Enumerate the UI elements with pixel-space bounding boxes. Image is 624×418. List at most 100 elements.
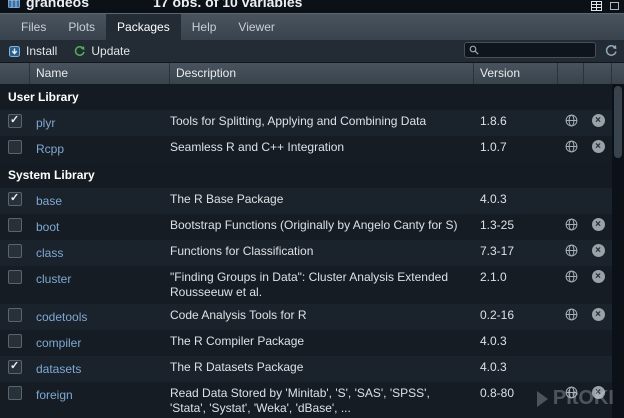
- package-row[interactable]: foreign Read Data Stored by 'Minitab', '…: [0, 382, 612, 418]
- package-version: 4.0.3: [474, 192, 558, 207]
- name-cell: boot: [30, 218, 170, 236]
- package-table-header: Name Description Version: [0, 63, 624, 85]
- header-name[interactable]: Name: [30, 63, 170, 84]
- package-name-link[interactable]: base: [36, 194, 62, 208]
- package-row[interactable]: plyr Tools for Splitting, Applying and C…: [0, 110, 612, 136]
- remove-package-icon[interactable]: ×: [592, 386, 605, 399]
- tab-packages[interactable]: Packages: [106, 14, 181, 40]
- package-loaded-checkbox[interactable]: [8, 270, 22, 284]
- browse-cell: [558, 114, 584, 127]
- packages-pane: grandeos 17 obs. of 10 variables Files P…: [0, 0, 624, 418]
- vertical-scrollbar[interactable]: [612, 84, 624, 418]
- remove-cell: ×: [584, 192, 612, 205]
- search-input[interactable]: [483, 44, 591, 56]
- browse-cell: [558, 244, 584, 257]
- remove-cell: ×: [584, 140, 612, 153]
- package-row[interactable]: Rcpp Seamless R and C++ Integration 1.0.…: [0, 136, 612, 162]
- checkbox-cell: [0, 270, 30, 284]
- tab-help[interactable]: Help: [181, 14, 228, 40]
- tab-plots[interactable]: Plots: [57, 14, 106, 40]
- package-row[interactable]: boot Bootstrap Functions (Originally by …: [0, 214, 612, 240]
- package-row[interactable]: datasets The R Datasets Package 4.0.3 ×: [0, 356, 612, 382]
- globe-icon[interactable]: [565, 244, 578, 257]
- globe-icon[interactable]: [565, 270, 578, 283]
- remove-cell: ×: [584, 114, 612, 127]
- package-name-link[interactable]: plyr: [36, 116, 55, 130]
- checkbox-cell: [0, 114, 30, 128]
- remove-cell: ×: [584, 308, 612, 321]
- remove-cell: ×: [584, 360, 612, 373]
- package-description: Tools for Splitting, Applying and Combin…: [170, 114, 474, 129]
- globe-icon[interactable]: [565, 114, 578, 127]
- package-row[interactable]: compiler The R Compiler Package 4.0.3 ×: [0, 330, 612, 356]
- environment-object-row[interactable]: grandeos 17 obs. of 10 variables: [0, 0, 624, 10]
- scrollbar-thumb[interactable]: [614, 86, 622, 158]
- install-icon: [8, 45, 21, 58]
- package-name-link[interactable]: datasets: [36, 362, 81, 376]
- library-section-header: User Library: [0, 84, 612, 110]
- tab-files[interactable]: Files: [10, 14, 57, 40]
- package-version: 1.3-25: [474, 218, 558, 233]
- name-cell: class: [30, 244, 170, 262]
- package-loaded-checkbox[interactable]: [8, 218, 22, 232]
- package-description: Seamless R and C++ Integration: [170, 140, 474, 155]
- package-name-link[interactable]: Rcpp: [36, 142, 64, 156]
- package-loaded-checkbox[interactable]: [8, 244, 22, 258]
- checkbox-cell: [0, 308, 30, 322]
- package-description: The R Compiler Package: [170, 334, 474, 349]
- package-loaded-checkbox[interactable]: [8, 308, 22, 322]
- package-name-link[interactable]: class: [36, 246, 63, 260]
- package-name-link[interactable]: codetools: [36, 310, 87, 324]
- remove-package-icon[interactable]: ×: [592, 114, 605, 127]
- update-icon: [73, 45, 86, 58]
- refresh-button[interactable]: [602, 42, 620, 60]
- tab-viewer[interactable]: Viewer: [227, 14, 285, 40]
- checkbox-cell: [0, 386, 30, 400]
- package-description: Read Data Stored by 'Minitab', 'S', 'SAS…: [170, 386, 474, 416]
- package-name-link[interactable]: boot: [36, 220, 59, 234]
- update-button[interactable]: Update: [65, 40, 138, 62]
- package-loaded-checkbox[interactable]: [8, 360, 22, 374]
- remove-cell: ×: [584, 244, 612, 257]
- package-version: 4.0.3: [474, 334, 558, 349]
- globe-icon[interactable]: [565, 386, 578, 399]
- library-section-header: System Library: [0, 162, 612, 188]
- package-version: 0.2-16: [474, 308, 558, 323]
- remove-package-icon[interactable]: ×: [592, 140, 605, 153]
- remove-package-icon[interactable]: ×: [592, 244, 605, 257]
- package-version: 2.1.0: [474, 270, 558, 285]
- package-row[interactable]: base The R Base Package 4.0.3 ×: [0, 188, 612, 214]
- globe-icon[interactable]: [565, 308, 578, 321]
- package-row[interactable]: class Functions for Classification 7.3-1…: [0, 240, 612, 266]
- grid-view-icon[interactable]: [591, 1, 602, 11]
- package-name-link[interactable]: cluster: [36, 272, 71, 286]
- header-description[interactable]: Description: [170, 63, 474, 84]
- header-checkbox-column: [0, 63, 30, 84]
- environment-strip: grandeos 17 obs. of 10 variables: [0, 0, 624, 13]
- package-version: 1.8.6: [474, 114, 558, 129]
- environment-object-name: grandeos: [26, 0, 89, 10]
- install-button[interactable]: Install: [0, 40, 65, 62]
- minimize-pane-icon[interactable]: [610, 2, 619, 10]
- package-loaded-checkbox[interactable]: [8, 334, 22, 348]
- environment-object-info: 17 obs. of 10 variables: [153, 0, 302, 10]
- package-name-link[interactable]: compiler: [36, 336, 81, 350]
- remove-package-icon[interactable]: ×: [592, 218, 605, 231]
- checkbox-cell: [0, 244, 30, 258]
- globe-icon[interactable]: [565, 218, 578, 231]
- package-row[interactable]: cluster "Finding Groups in Data": Cluste…: [0, 266, 612, 304]
- package-loaded-checkbox[interactable]: [8, 114, 22, 128]
- browse-cell: [558, 270, 584, 283]
- remove-package-icon[interactable]: ×: [592, 308, 605, 321]
- package-row[interactable]: codetools Code Analysis Tools for R 0.2-…: [0, 304, 612, 330]
- remove-package-icon[interactable]: ×: [592, 270, 605, 283]
- package-name-link[interactable]: foreign: [36, 388, 73, 402]
- header-scrollbar-spacer: [612, 63, 624, 84]
- package-loaded-checkbox[interactable]: [8, 140, 22, 154]
- package-search[interactable]: [464, 42, 596, 58]
- globe-icon[interactable]: [565, 140, 578, 153]
- package-loaded-checkbox[interactable]: [8, 386, 22, 400]
- package-loaded-checkbox[interactable]: [8, 192, 22, 206]
- header-version[interactable]: Version: [474, 63, 558, 84]
- browse-cell: [558, 334, 584, 347]
